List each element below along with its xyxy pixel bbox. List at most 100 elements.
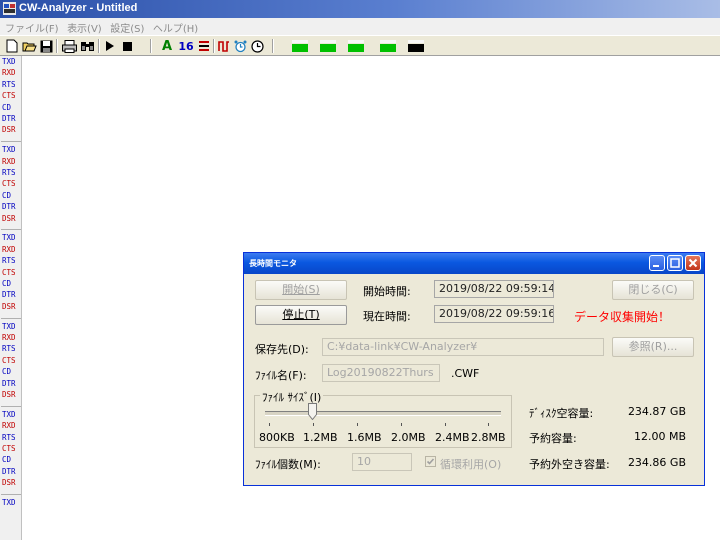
signal-label[interactable]: RTS xyxy=(1,432,21,443)
browse-button[interactable]: 参照(R)... xyxy=(612,337,694,357)
signal-label[interactable]: TXD xyxy=(1,144,21,155)
filesize-group: ﾌｧｲﾙ ｻｲｽﾞ(I) 800KB 1.2MB 1.6MB 2.0MB 2.4… xyxy=(254,389,512,448)
signal-group: TXD RXD RTS CTS CD DTR DSR xyxy=(1,409,21,495)
signal-label[interactable]: RTS xyxy=(1,79,21,90)
minimize-icon xyxy=(653,265,659,267)
filecount-field[interactable]: 10 xyxy=(352,453,412,471)
minimize-button[interactable] xyxy=(649,255,665,271)
line-mode-icon[interactable] xyxy=(197,38,211,54)
new-file-icon[interactable] xyxy=(5,38,19,54)
toolbar-separator xyxy=(98,39,100,53)
filesize-tick-label: 2.4MB xyxy=(435,431,470,444)
filesize-tick-label: 800KB xyxy=(259,431,295,444)
signal-label[interactable]: DSR xyxy=(1,301,21,312)
current-time-label: 現在時間: xyxy=(363,310,411,323)
dialog-title-bar[interactable]: 長時間モニタ xyxy=(244,253,704,274)
disk-free-value: 234.87 GB xyxy=(627,405,686,418)
close-button[interactable]: 閉じる(C) xyxy=(612,280,694,300)
menu-file[interactable]: ファイル(F) xyxy=(5,20,59,35)
disk-free-label: ﾃﾞｨｽｸ空容量: xyxy=(529,407,594,420)
text-mode-icon[interactable]: A xyxy=(160,38,174,54)
stop-icon[interactable] xyxy=(120,38,134,54)
led-icon[interactable] xyxy=(318,38,338,54)
stop-button[interactable]: 停止(T) xyxy=(255,305,347,325)
signal-label[interactable]: DTR xyxy=(1,378,21,389)
filename-field[interactable]: Log20190822Thurs xyxy=(322,364,440,382)
signal-label[interactable]: CD xyxy=(1,454,21,465)
signal-label[interactable]: RXD xyxy=(1,332,21,343)
close-window-button[interactable] xyxy=(685,255,701,271)
signal-label[interactable]: DTR xyxy=(1,466,21,477)
signal-label[interactable]: TXD xyxy=(1,56,21,67)
signal-label[interactable]: TXD xyxy=(1,232,21,243)
signal-label[interactable]: DTR xyxy=(1,113,21,124)
cyclic-label: 循環利用(O) xyxy=(440,458,502,471)
signal-label[interactable]: TXD xyxy=(1,409,21,420)
signal-label[interactable]: CTS xyxy=(1,267,21,278)
find-icon[interactable] xyxy=(79,38,95,54)
app-title: CW-Analyzer - Untitled xyxy=(19,2,138,14)
print-icon[interactable] xyxy=(61,38,77,54)
signal-label[interactable]: RTS xyxy=(1,167,21,178)
signal-label[interactable]: RXD xyxy=(1,420,21,431)
current-time-field: 2019/08/22 09:59:16 xyxy=(434,305,554,323)
signal-group: TXD RXD RTS CTS CD DTR DSR xyxy=(1,232,21,319)
menu-settings[interactable]: 設定(S) xyxy=(110,20,144,35)
led-icon[interactable] xyxy=(378,38,398,54)
pulse-icon[interactable] xyxy=(217,38,231,54)
signal-label[interactable]: DSR xyxy=(1,389,21,400)
signal-label[interactable]: CD xyxy=(1,190,21,201)
signal-label[interactable]: DSR xyxy=(1,477,21,488)
signal-label[interactable]: CD xyxy=(1,278,21,289)
long-time-monitor-dialog: 長時間モニタ 開始(S) 開始時間: 2019/08/22 09:59:14 閉… xyxy=(243,252,705,486)
signal-label[interactable]: RXD xyxy=(1,67,21,78)
toolbar-separator xyxy=(272,39,274,53)
start-time-field: 2019/08/22 09:59:14 xyxy=(434,280,554,298)
signal-label[interactable]: CD xyxy=(1,366,21,377)
led-icon[interactable] xyxy=(290,38,310,54)
signal-label[interactable]: RTS xyxy=(1,343,21,354)
signal-list: TXD RXD RTS CTS CD DTR DSR TXD RXD RTS CTS CD DTR DSR… xyxy=(0,56,22,540)
signal-label[interactable]: CD xyxy=(1,102,21,113)
play-icon[interactable] xyxy=(103,38,117,54)
signal-label[interactable]: RTS xyxy=(1,255,21,266)
reserved-label: 予約容量: xyxy=(529,432,577,445)
signal-label[interactable]: DSR xyxy=(1,124,21,135)
save-icon[interactable] xyxy=(39,38,53,54)
reserved-value: 12.00 MB xyxy=(633,430,686,443)
app-title-bar[interactable]: CW-Analyzer - Untitled xyxy=(0,0,720,18)
signal-label[interactable]: TXD xyxy=(1,497,16,508)
clock-icon[interactable] xyxy=(250,38,264,54)
alarm-icon[interactable] xyxy=(233,38,247,54)
menu-view[interactable]: 表示(V) xyxy=(67,20,102,35)
led-icon[interactable] xyxy=(406,38,426,54)
filecount-label: ﾌｧｲﾙ個数(M): xyxy=(255,458,321,471)
slider-tick xyxy=(269,423,270,426)
signal-label[interactable]: RXD xyxy=(1,156,21,167)
filesize-slider-thumb[interactable] xyxy=(308,403,317,420)
menu-help[interactable]: ヘルプ(H) xyxy=(153,20,198,35)
filesize-slider-track[interactable] xyxy=(265,411,501,416)
save-destination-field[interactable]: C:¥data-link¥CW-Analyzer¥ xyxy=(322,338,604,356)
signal-label[interactable]: DSR xyxy=(1,213,21,224)
cyclic-checkbox[interactable] xyxy=(425,456,436,467)
signal-label[interactable]: CTS xyxy=(1,355,21,366)
slider-tick xyxy=(401,423,402,426)
hex-mode-icon[interactable]: 16 xyxy=(177,38,195,54)
start-button[interactable]: 開始(S) xyxy=(255,280,347,300)
open-folder-icon[interactable] xyxy=(21,38,37,54)
signal-label[interactable]: CTS xyxy=(1,443,21,454)
signal-label[interactable]: CTS xyxy=(1,90,21,101)
close-button-label: 閉じる(C) xyxy=(628,283,678,296)
toolbar-separator xyxy=(56,39,58,53)
toolbar-separator xyxy=(150,39,152,53)
maximize-button[interactable] xyxy=(667,255,683,271)
signal-label[interactable]: DTR xyxy=(1,201,21,212)
free-outside-value: 234.86 GB xyxy=(627,456,686,469)
signal-label[interactable]: TXD xyxy=(1,321,21,332)
signal-label[interactable]: DTR xyxy=(1,289,21,300)
signal-label[interactable]: RXD xyxy=(1,244,21,255)
filesize-tick-label: 2.8MB xyxy=(471,431,506,444)
signal-label[interactable]: CTS xyxy=(1,178,21,189)
led-icon[interactable] xyxy=(346,38,366,54)
